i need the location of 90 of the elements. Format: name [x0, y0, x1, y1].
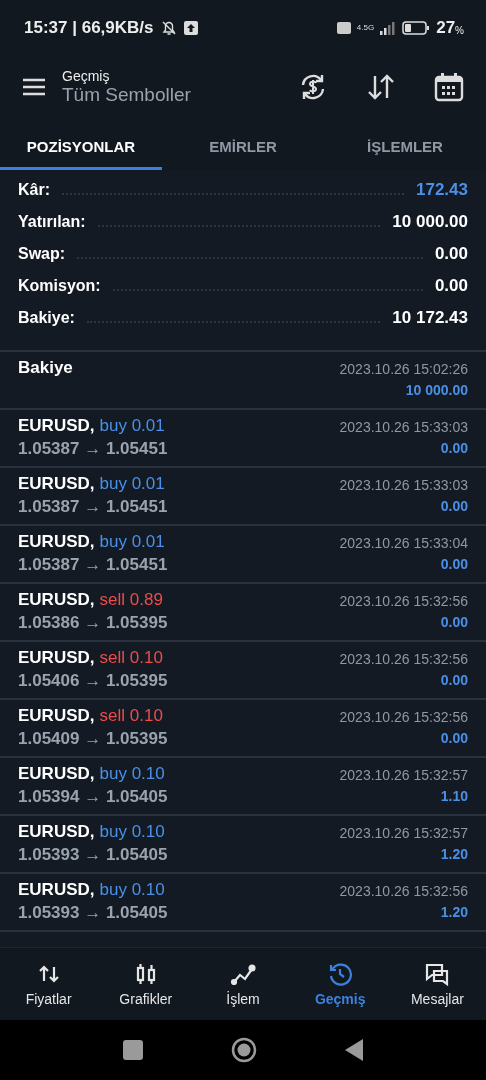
- deal-row[interactable]: EURUSD, buy 0.10 1.05393 → 1.05405 2023.10.26 15:32:57 1.20: [0, 816, 486, 874]
- deal-time: 2023.10.26 15:32:56: [339, 883, 468, 899]
- deal-side: buy 0.10: [99, 880, 165, 900]
- deal-time: 2023.10.26 15:32:56: [339, 593, 468, 609]
- signal-icon: [380, 20, 397, 35]
- home-icon[interactable]: [231, 1037, 257, 1063]
- deal-time: 2023.10.26 15:32:56: [339, 709, 468, 725]
- deal-symbol: EURUSD,: [18, 706, 95, 726]
- deal-symbol: EURUSD,: [18, 822, 95, 842]
- deal-profit: 0.00: [440, 672, 468, 688]
- deal-symbol: EURUSD,: [18, 764, 95, 784]
- deal-time: 2023.10.26 15:32:57: [339, 825, 468, 841]
- deal-side: sell 0.10: [99, 706, 163, 726]
- deal-prices: 1.05387 → 1.05451: [18, 555, 168, 575]
- nav-item[interactable]: Fiyatlar: [0, 948, 98, 1020]
- deal-side: buy 0.10: [99, 764, 165, 784]
- network-type: 4.5G: [356, 23, 375, 32]
- deal-symbol: Bakiye: [18, 358, 73, 378]
- summary-value: 172.43: [416, 180, 468, 200]
- deal-symbol: EURUSD,: [18, 532, 95, 552]
- summary-value: 0.00: [434, 244, 468, 264]
- deal-row[interactable]: EURUSD, sell 0.10 1.05406 → 1.05395 2023.10.26 15:32:56 0.00: [0, 642, 486, 700]
- summary-label: Komisyon:: [18, 277, 101, 295]
- deal-prices: 1.05387 → 1.05451: [18, 439, 168, 459]
- header-subtitle: Geçmiş: [62, 67, 111, 84]
- status-time: 15:37 | 66,9KB/s: [24, 17, 154, 38]
- line-chart-icon: [230, 961, 256, 987]
- summary-value: 10 172.43: [392, 308, 468, 328]
- deal-time: 2023.10.26 15:33:03: [339, 419, 468, 435]
- deal-prices: 1.05393 → 1.05405: [18, 845, 168, 865]
- deal-profit: 0.00: [440, 556, 468, 572]
- battery-icon: [402, 20, 431, 35]
- summary-value: 10 000.00: [392, 212, 468, 232]
- deal-profit: 0.00: [440, 440, 468, 456]
- deal-symbol: EURUSD,: [18, 648, 95, 668]
- deal-side: buy 0.01: [99, 416, 165, 436]
- chat-bubbles-icon: [424, 961, 451, 987]
- deal-prices: 1.05406 → 1.05395: [18, 671, 168, 691]
- deal-profit: 1.20: [440, 846, 468, 862]
- summary-label: Kâr:: [18, 181, 50, 199]
- deal-row[interactable]: EURUSD, buy 0.01 1.05387 → 1.05451 2023.10.26 15:33:04 0.00: [0, 526, 486, 584]
- deal-side: sell 0.89: [99, 590, 163, 610]
- deal-prices: 1.05387 → 1.05451: [18, 497, 168, 517]
- back-icon[interactable]: [345, 1039, 363, 1061]
- nav-item[interactable]: İşlem: [194, 948, 292, 1020]
- deal-profit: 0.00: [440, 614, 468, 630]
- deal-prices: 1.05386 → 1.05395: [18, 613, 168, 633]
- deal-symbol: EURUSD,: [18, 416, 95, 436]
- deal-time: 2023.10.26 15:32:57: [339, 767, 468, 783]
- deal-symbol: EURUSD,: [18, 474, 95, 494]
- nav-item[interactable]: Grafikler: [97, 948, 195, 1020]
- deal-side: buy 0.10: [99, 822, 165, 842]
- deal-profit: 0.00: [440, 498, 468, 514]
- nav-item[interactable]: Geçmiş: [291, 948, 389, 1020]
- battery-level: 27: [436, 17, 456, 38]
- deal-prices: 1.05409 → 1.05395: [18, 729, 168, 749]
- summary-label: Swap:: [18, 245, 66, 263]
- deal-profit: 1.10: [440, 788, 468, 804]
- deal-row[interactable]: EURUSD, buy 0.10 1.05394 → 1.05405 2023.10.26 15:32:57 1.10: [0, 758, 486, 816]
- summary-label: Yatırılan:: [18, 213, 86, 231]
- summary-value: 0.00: [434, 276, 468, 296]
- header-title[interactable]: Tüm Semboller: [62, 83, 191, 106]
- deal-row[interactable]: EURUSD, buy 0.01 1.05387 → 1.05451 2023.10.26 15:33:03 0.00: [0, 410, 486, 468]
- deal-profit: 0.00: [440, 730, 468, 746]
- deal-side: sell 0.10: [99, 648, 163, 668]
- deal-side: buy 0.01: [99, 474, 165, 494]
- deal-time: 2023.10.26 15:32:56: [339, 651, 468, 667]
- upload-icon: [183, 20, 198, 35]
- deal-prices: 1.05393 → 1.05405: [18, 903, 168, 923]
- deal-row[interactable]: EURUSD, buy 0.10 1.05393 → 1.05405 2023.10.26 15:32:56 1.20: [0, 874, 486, 932]
- deal-profit: 10 000.00: [405, 382, 468, 398]
- deal-time: 2023.10.26 15:33:04: [339, 535, 468, 551]
- deal-symbol: EURUSD,: [18, 590, 95, 610]
- nav-item[interactable]: Mesajlar: [388, 948, 486, 1020]
- deal-row[interactable]: EURUSD, buy 0.01 1.05387 → 1.05451 2023.10.26 15:33:03 0.00: [0, 468, 486, 526]
- deal-side: buy 0.01: [99, 532, 165, 552]
- battery-unit: %: [455, 25, 464, 36]
- summary-label: Bakiye:: [18, 309, 75, 327]
- deal-symbol: EURUSD,: [18, 880, 95, 900]
- deal-time: 2023.10.26 15:02:26: [339, 361, 468, 377]
- deal-row[interactable]: Bakiye 2023.10.26 15:02:26 10 000.00: [0, 352, 486, 410]
- deal-row[interactable]: EURUSD, sell 0.10 1.05409 → 1.05395 2023.10.26 15:32:56 0.00: [0, 700, 486, 758]
- deal-time: 2023.10.26 15:33:03: [339, 477, 468, 493]
- history-icon: [327, 961, 354, 987]
- tab[interactable]: İŞLEMLER: [324, 118, 486, 170]
- tab[interactable]: EMİRLER: [162, 118, 324, 170]
- deal-row[interactable]: EURUSD, sell 0.89 1.05386 → 1.05395 2023.10.26 15:32:56 0.00: [0, 584, 486, 642]
- deal-profit: 1.20: [440, 904, 468, 920]
- deal-prices: 1.05394 → 1.05405: [18, 787, 168, 807]
- tab[interactable]: POZİSYONLAR: [0, 118, 162, 170]
